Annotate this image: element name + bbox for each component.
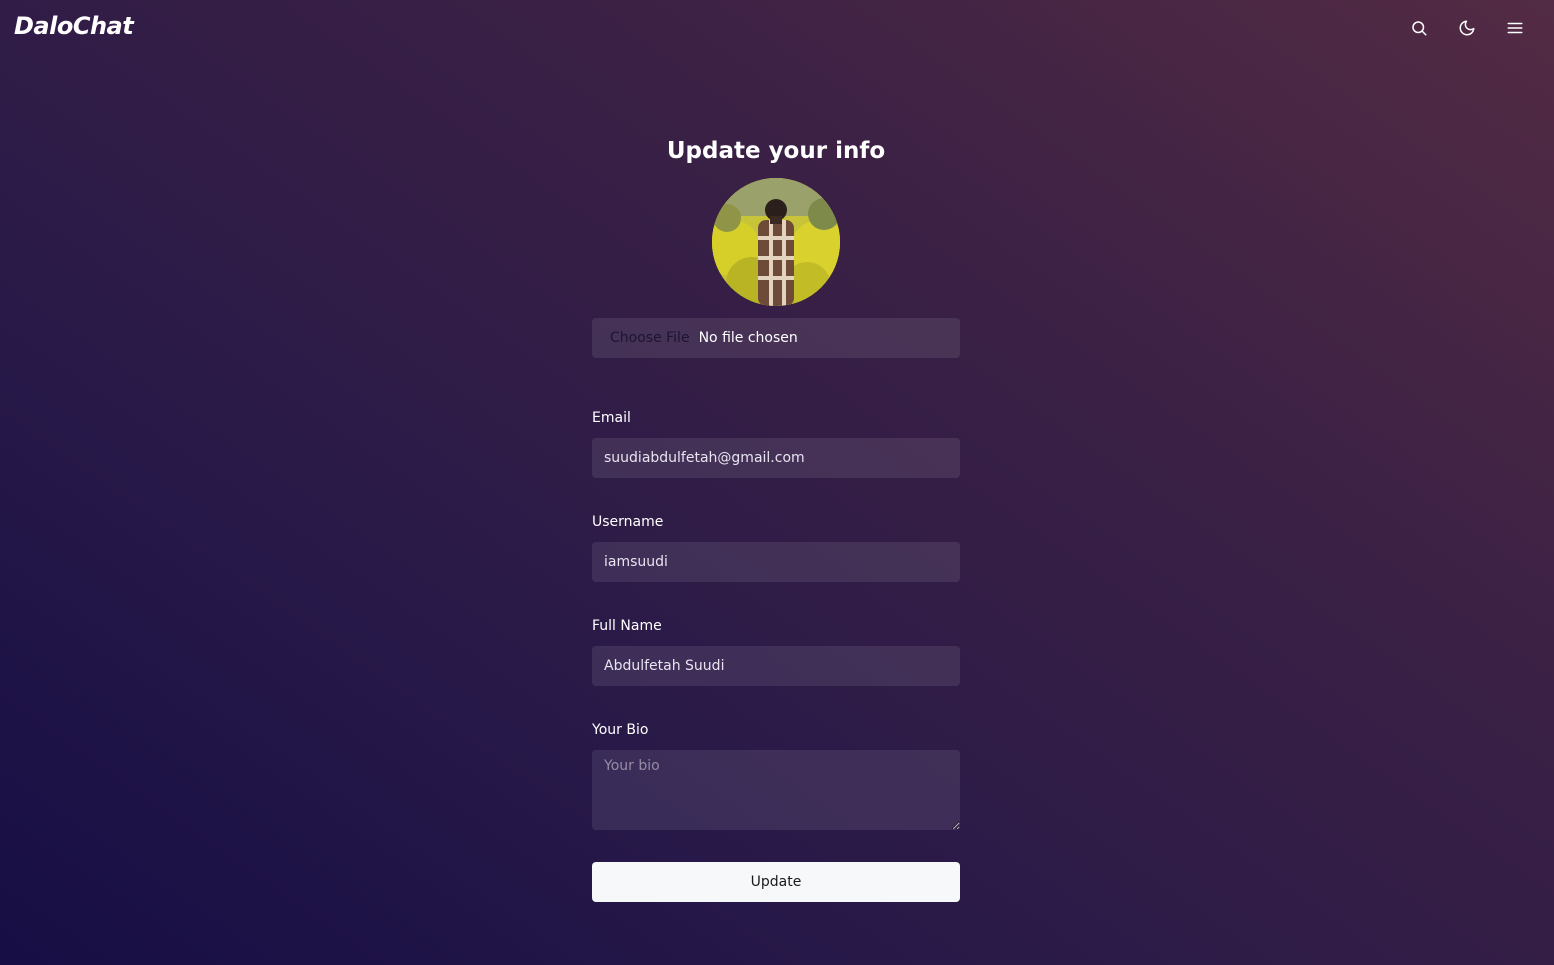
search-button[interactable] xyxy=(1405,14,1433,42)
avatar-file-input[interactable]: Choose File No file chosen xyxy=(592,318,960,358)
page-title: Update your info xyxy=(666,138,886,164)
username-label: Username xyxy=(592,514,664,530)
email-label: Email xyxy=(592,410,631,426)
avatar-photo xyxy=(712,178,840,306)
email-field[interactable] xyxy=(592,438,960,478)
username-field[interactable] xyxy=(592,542,960,582)
top-navbar: DaloChat xyxy=(0,0,1554,56)
menu-button[interactable] xyxy=(1501,14,1529,42)
file-status-text: No file chosen xyxy=(698,330,798,346)
choose-file-button[interactable]: Choose File xyxy=(610,330,690,346)
theme-toggle-button[interactable] xyxy=(1453,14,1481,42)
menu-icon xyxy=(1507,22,1523,34)
app-logo[interactable]: DaloChat xyxy=(14,12,134,40)
full-name-field[interactable] xyxy=(592,646,960,686)
search-icon xyxy=(1412,21,1427,36)
update-button[interactable]: Update xyxy=(592,862,960,902)
bio-label: Your Bio xyxy=(592,722,649,738)
bio-field[interactable] xyxy=(592,750,960,830)
avatar xyxy=(712,178,840,306)
moon-icon xyxy=(1459,20,1475,36)
full-name-label: Full Name xyxy=(592,618,662,634)
